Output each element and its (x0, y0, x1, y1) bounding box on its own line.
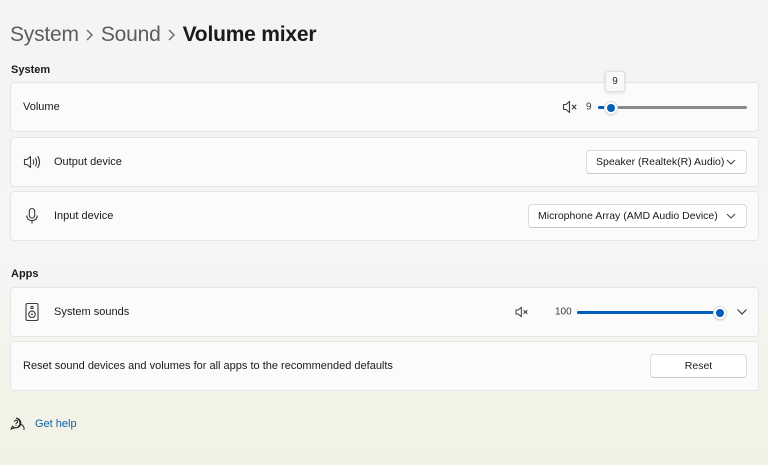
get-help[interactable]: Get help (10, 416, 77, 432)
system-sounds-icon (25, 302, 39, 322)
page-title: Volume mixer (182, 23, 317, 46)
volume-label: Volume (23, 101, 60, 113)
reset-button[interactable]: Reset (650, 354, 747, 378)
speaker-muted-icon[interactable] (515, 306, 529, 318)
breadcrumb-chevron-icon (161, 23, 183, 47)
breadcrumb-sound[interactable]: Sound (101, 23, 161, 47)
volume-slider-thumb[interactable] (604, 100, 619, 115)
output-device-label: Output device (54, 156, 122, 168)
input-device-label: Input device (54, 210, 114, 222)
reset-description: Reset sound devices and volumes for all … (23, 360, 393, 372)
system-section-title: System (11, 64, 51, 76)
get-help-link[interactable]: Get help (35, 418, 77, 430)
volume-card: Volume 9 (10, 82, 759, 132)
output-device-selected: Speaker (Realtek(R) Audio) (596, 156, 725, 168)
microphone-icon (25, 207, 39, 225)
chevron-down-icon (726, 159, 736, 165)
input-device-dropdown[interactable]: Microphone Array (AMD Audio Device) (528, 204, 747, 228)
apps-section-title: Apps (11, 268, 39, 280)
breadcrumb: System Sound Volume mixer (10, 20, 317, 50)
system-sounds-slider-thumb[interactable] (713, 305, 727, 320)
speaker-muted-icon[interactable] (562, 100, 578, 114)
chevron-down-icon (726, 213, 736, 219)
output-device-card: Output device Speaker (Realtek(R) Audio) (10, 137, 759, 187)
reset-card: Reset sound devices and volumes for all … (10, 341, 759, 391)
system-sounds-slider[interactable] (577, 305, 727, 320)
speaker-icon (23, 154, 41, 170)
breadcrumb-chevron-icon (79, 23, 101, 47)
system-sounds-label: System sounds (54, 306, 130, 318)
output-device-dropdown[interactable]: Speaker (Realtek(R) Audio) (586, 150, 747, 174)
chevron-down-icon[interactable] (736, 308, 748, 316)
system-sounds-card: System sounds 100 (10, 287, 759, 337)
system-sounds-value: 100 (555, 306, 572, 318)
system-sounds-slider-fill (577, 311, 720, 314)
volume-tooltip: 9 (605, 71, 625, 92)
help-chat-icon (10, 417, 25, 431)
breadcrumb-system[interactable]: System (10, 23, 79, 47)
input-device-card: Input device Microphone Array (AMD Audio… (10, 191, 759, 241)
volume-value: 9 (586, 101, 592, 113)
input-device-selected: Microphone Array (AMD Audio Device) (538, 210, 718, 222)
volume-slider[interactable] (598, 100, 747, 115)
